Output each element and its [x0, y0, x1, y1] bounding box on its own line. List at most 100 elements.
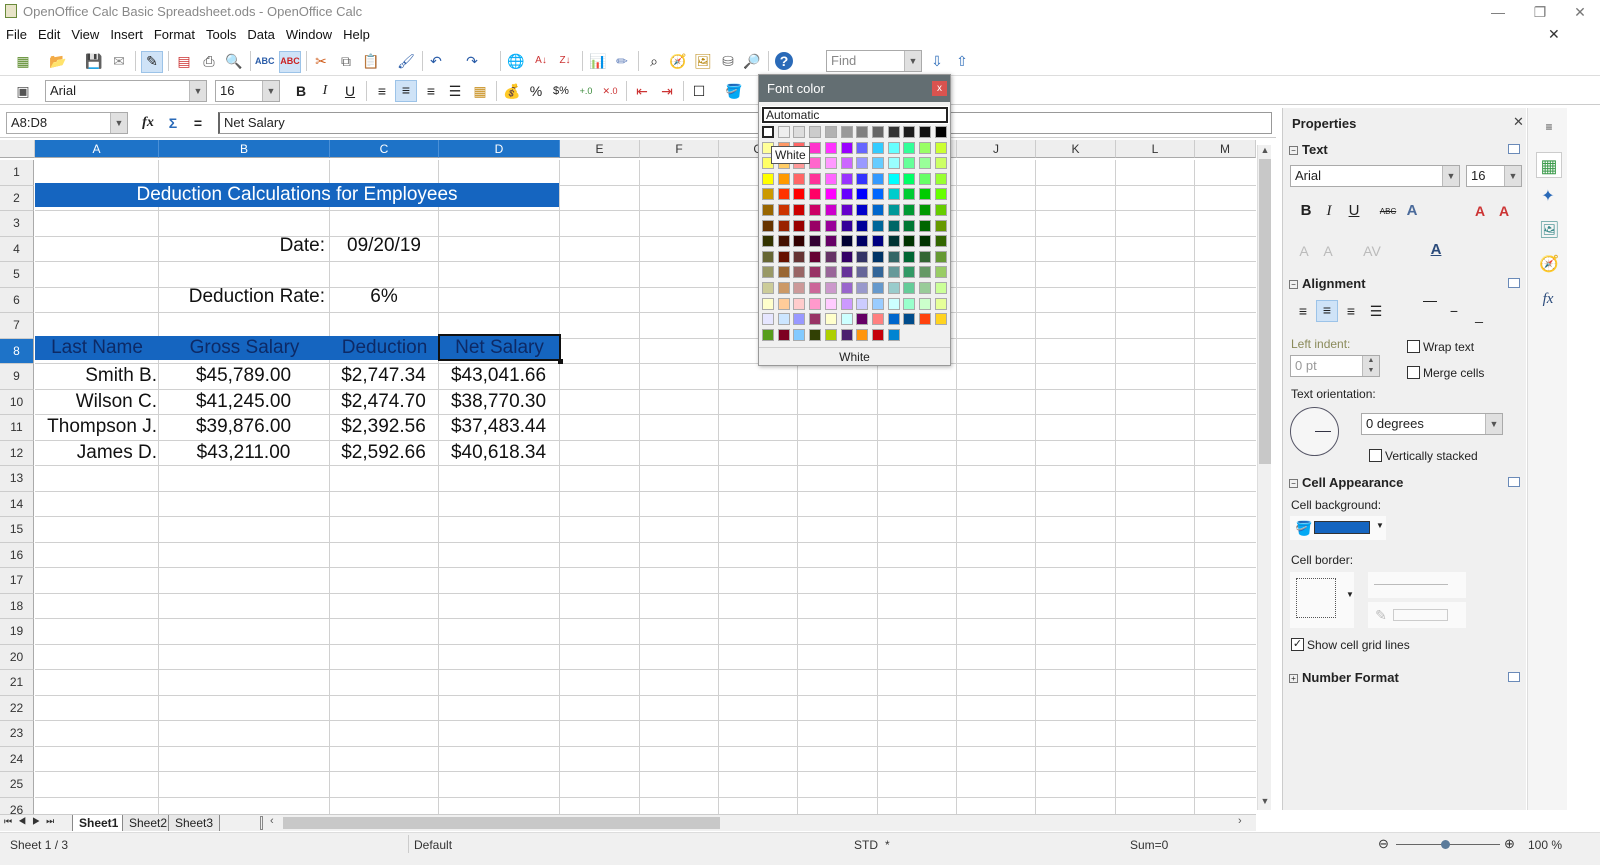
row-header-26[interactable]: 26 [0, 797, 34, 814]
color-swatch[interactable] [856, 313, 869, 326]
color-swatch[interactable] [887, 204, 900, 216]
color-swatch[interactable] [824, 313, 837, 326]
color-swatch[interactable] [934, 141, 947, 154]
row-header-5[interactable]: 5 [0, 262, 34, 288]
color-swatch[interactable] [934, 235, 947, 248]
undo-icon[interactable]: ↶ [427, 52, 445, 70]
left-indent-spinner[interactable]: 0 pt ▲ ▼ [1290, 355, 1380, 377]
color-swatch[interactable] [809, 266, 822, 279]
color-swatch[interactable] [919, 172, 931, 185]
row-header-14[interactable]: 14 [0, 491, 34, 517]
gallery-deck-icon[interactable]: 🖼 [1539, 222, 1559, 240]
column-header-b[interactable]: B [159, 140, 330, 158]
borders-icon[interactable]: ☐ [690, 82, 708, 100]
color-swatch[interactable] [809, 313, 822, 326]
column-header-c[interactable]: C [330, 140, 439, 158]
menu-window[interactable]: Window [286, 24, 332, 46]
color-swatch[interactable] [887, 266, 900, 279]
color-swatch[interactable] [793, 297, 806, 310]
color-swatch[interactable] [903, 141, 916, 154]
color-swatch[interactable] [793, 188, 806, 201]
color-swatch[interactable] [762, 219, 774, 232]
scroll-up-icon[interactable]: ▲ [1259, 145, 1271, 157]
spinner-arrows-icon[interactable]: ▲ ▼ [1362, 356, 1379, 376]
color-swatch[interactable] [856, 328, 869, 341]
print-icon[interactable]: ⎙ [200, 52, 218, 70]
color-swatch[interactable] [903, 266, 916, 279]
color-swatch[interactable] [777, 172, 790, 185]
name-box[interactable]: A8:D8 ▼ [6, 112, 128, 134]
color-swatch[interactable] [840, 219, 853, 232]
color-swatch[interactable] [887, 157, 900, 170]
column-header-e[interactable]: E [560, 140, 640, 158]
color-swatch[interactable] [871, 204, 884, 216]
color-swatch[interactable] [824, 328, 837, 341]
function-wizard-icon[interactable]: fx [139, 114, 157, 132]
color-swatch[interactable] [840, 126, 853, 138]
row-header-11[interactable]: 11 [0, 415, 34, 441]
cut-icon[interactable]: ✂ [312, 52, 330, 70]
color-swatch[interactable] [777, 297, 790, 310]
color-swatch[interactable] [903, 250, 916, 263]
merge-cells-checkbox[interactable] [1407, 366, 1420, 379]
row-header-10[interactable]: 10 [0, 389, 34, 415]
sidebar-underline-icon[interactable]: U [1345, 202, 1363, 220]
color-swatch[interactable] [809, 172, 822, 185]
row-header-21[interactable]: 21 [0, 670, 34, 696]
color-swatch[interactable] [919, 297, 931, 310]
line-style-button[interactable] [1368, 572, 1466, 598]
menu-file[interactable]: File [6, 24, 27, 46]
color-swatch[interactable] [777, 250, 790, 263]
color-swatch[interactable] [824, 266, 837, 279]
print-preview-icon[interactable]: 🔍 [225, 52, 243, 70]
cell-border-button[interactable]: ▼ [1290, 572, 1354, 628]
color-swatch[interactable] [762, 266, 774, 279]
styles-icon[interactable]: ▣ [14, 82, 32, 100]
color-swatch[interactable] [887, 313, 900, 326]
align-top-icon[interactable]: ⎺ [1421, 298, 1439, 316]
color-swatch[interactable] [871, 188, 884, 201]
color-swatch[interactable] [824, 235, 837, 248]
row-header-9[interactable]: 9 [0, 364, 34, 390]
color-swatch[interactable] [824, 282, 837, 294]
scroll-left-icon[interactable]: ‹ [270, 815, 274, 827]
color-swatch[interactable] [887, 188, 900, 201]
wrap-text-checkbox[interactable] [1407, 340, 1420, 353]
row-header-13[interactable]: 13 [0, 466, 34, 492]
percent-icon[interactable]: % [527, 82, 545, 100]
align-bottom-icon[interactable]: _ [1470, 306, 1488, 324]
gallery-icon[interactable]: 🖼 [694, 52, 712, 70]
color-swatch[interactable] [793, 235, 806, 248]
color-swatch[interactable] [840, 328, 853, 341]
color-swatch[interactable] [919, 141, 931, 154]
zoom-level[interactable]: 100 % [1528, 838, 1562, 852]
save-icon[interactable]: 💾 [85, 52, 103, 70]
column-header-k[interactable]: K [1036, 140, 1116, 158]
color-swatch[interactable] [824, 250, 837, 263]
row-header-12[interactable]: 12 [0, 440, 34, 466]
color-swatch[interactable] [777, 266, 790, 279]
color-swatch[interactable] [919, 157, 931, 170]
color-swatch[interactable] [840, 266, 853, 279]
color-swatch[interactable] [903, 188, 916, 201]
merge-cells-icon[interactable]: ▦ [471, 82, 489, 100]
automatic-color-option[interactable]: Automatic [761, 106, 949, 124]
color-swatch[interactable] [871, 126, 884, 138]
decrease-indent-icon[interactable]: ⇤ [633, 82, 651, 100]
row-header-4[interactable]: 4 [0, 236, 34, 262]
header-cell-deduction[interactable]: Deduction [330, 335, 439, 360]
font-color-icon[interactable]: A [1427, 241, 1445, 259]
color-swatch[interactable] [762, 250, 774, 263]
column-header-j[interactable]: J [957, 140, 1036, 158]
background-color-icon[interactable]: 🪣 [725, 82, 743, 100]
color-swatch[interactable] [887, 297, 900, 310]
number-format-section-header[interactable]: + Number Format [1289, 670, 1399, 685]
navigator-icon[interactable]: 🧭 [669, 52, 687, 70]
color-swatch[interactable] [934, 250, 947, 263]
color-swatch[interactable] [809, 235, 822, 248]
redo-icon[interactable]: ↷ [463, 52, 481, 70]
email-icon[interactable]: ✉ [110, 52, 128, 70]
spellcheck-icon[interactable]: ABC [255, 52, 275, 70]
chevron-down-icon[interactable]: ▼ [189, 81, 206, 101]
color-swatch[interactable] [919, 188, 931, 201]
